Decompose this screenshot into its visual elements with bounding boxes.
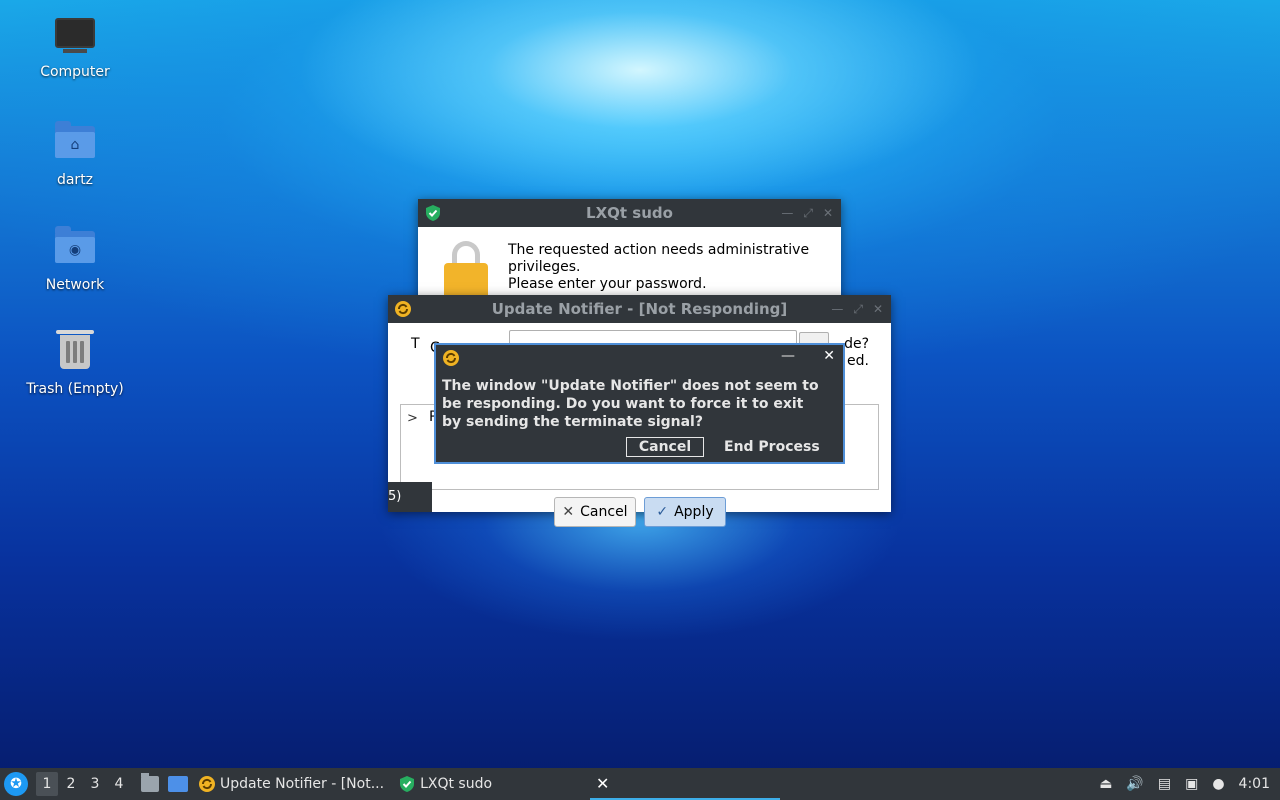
eject-icon[interactable]: ⏏ [1099, 776, 1112, 792]
desktop-icon-home[interactable]: ⌂ dartz [20, 121, 130, 188]
application-menu-icon[interactable]: ✪ [4, 772, 28, 796]
task-lxqt-sudo[interactable]: LXQt sudo [398, 768, 492, 800]
network-folder-icon: ◉ [53, 226, 97, 271]
x-icon: ✕ [562, 504, 575, 520]
home-folder-icon: ⌂ [53, 121, 97, 166]
close-icon[interactable]: ✕ [823, 348, 835, 364]
workspace-3[interactable]: 3 [84, 772, 106, 796]
minimize-icon[interactable]: — [781, 206, 793, 220]
desktop-icon-trash[interactable]: Trash (Empty) [20, 330, 130, 397]
volume-icon[interactable]: 🔊 [1126, 776, 1143, 792]
desktop-icon-label: Network [45, 277, 105, 293]
show-desktop-icon [168, 776, 188, 792]
desktop-icon-label: Computer [40, 64, 110, 80]
shield-check-icon [426, 205, 440, 221]
update-notifier-icon [443, 350, 459, 366]
task-force-quit-dialog[interactable]: ✕ [590, 768, 781, 800]
update-notifier-icon [395, 301, 411, 317]
computer-icon [53, 18, 97, 58]
close-x-icon: ✕ [596, 773, 610, 793]
file-manager-icon [141, 773, 159, 792]
force-quit-dialog: — ✕ The window "Update Notifier" does no… [434, 343, 845, 464]
task-label: Update Notifier - [Not... [220, 776, 385, 792]
cancel-button[interactable]: ✕ Cancel [554, 497, 636, 527]
apply-button[interactable]: ✓ Apply [644, 497, 726, 527]
dialog-message: The window "Update Notifier" does not se… [442, 378, 819, 430]
workspace-1[interactable]: 1 [36, 772, 58, 796]
desktop-icon-network[interactable]: ◉ Network [20, 226, 130, 293]
maximize-icon[interactable]: ⤢ [853, 302, 863, 317]
show-desktop-launcher[interactable] [166, 772, 190, 796]
system-tray: ⏏ 🔊 ▤ ▣ ● 4:01 [1099, 776, 1270, 792]
chevron-right-icon[interactable]: > [407, 411, 418, 426]
lxqt-sudo-window: LXQt sudo — ⤢ ✕ The requested action nee… [418, 199, 841, 309]
workspace-4[interactable]: 4 [108, 772, 130, 796]
update-notifier-icon [199, 776, 215, 792]
dialog-titlebar[interactable]: — ✕ [436, 345, 843, 371]
taskbar: ✪ 1 2 3 4 Update Notifier - [Not... LXQt… [0, 768, 1280, 800]
task-label: LXQt sudo [420, 776, 493, 792]
minimize-icon[interactable]: — [831, 302, 843, 316]
shield-check-icon [400, 776, 415, 792]
clipboard-icon[interactable]: ▤ [1158, 776, 1171, 792]
partial-text: T [411, 336, 420, 352]
task-update-notifier[interactable]: Update Notifier - [Not... [198, 768, 384, 800]
notification-icon[interactable]: ● [1212, 776, 1224, 792]
close-icon[interactable]: ✕ [873, 302, 883, 316]
maximize-icon[interactable]: ⤢ [803, 206, 813, 221]
sudo-title: LXQt sudo [586, 204, 673, 222]
dialog-cancel-button[interactable]: Cancel [626, 437, 704, 457]
desktop-icon-computer[interactable]: Computer [20, 18, 130, 80]
update-title: Update Notifier - [Not Responding] [491, 300, 788, 318]
update-titlebar[interactable]: Update Notifier - [Not Responding] — ⤢ ✕ [388, 295, 891, 323]
network-icon[interactable]: ▣ [1185, 776, 1198, 792]
desktop-icon-label: dartz [56, 172, 94, 188]
close-icon[interactable]: ✕ [823, 206, 833, 220]
partial-text: de? ed. [844, 336, 869, 369]
end-process-button[interactable]: End Process [724, 437, 820, 457]
status-fragment: 5) [388, 482, 432, 512]
sudo-message: The requested action needs administrativ… [508, 242, 810, 292]
clock[interactable]: 4:01 [1239, 776, 1270, 792]
file-manager-launcher[interactable] [138, 772, 162, 796]
sudo-titlebar[interactable]: LXQt sudo — ⤢ ✕ [418, 199, 841, 227]
desktop-icon-label: Trash (Empty) [26, 381, 124, 397]
lock-icon [444, 241, 488, 303]
trash-icon [53, 330, 97, 375]
checkmark-icon: ✓ [656, 504, 669, 520]
minimize-icon[interactable]: — [781, 348, 795, 364]
workspace-2[interactable]: 2 [60, 772, 82, 796]
